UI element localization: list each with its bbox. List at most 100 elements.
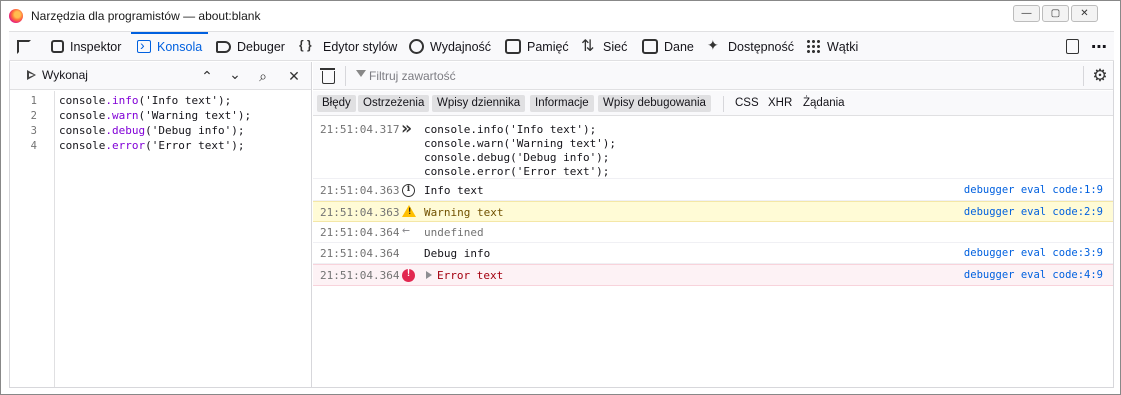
source-link[interactable]: debugger eval code:4:9 bbox=[964, 269, 1103, 281]
message-text: Warning text bbox=[424, 206, 504, 219]
code-line: console.warn('Warning text'); bbox=[59, 109, 252, 122]
close-icon: ✕ bbox=[1080, 8, 1089, 19]
console-input-echo: 21:51:04.317 console.info('Info text'); … bbox=[313, 117, 1114, 179]
console-log: 21:51:04.317 console.info('Info text'); … bbox=[313, 117, 1114, 388]
message-timestamp: 21:51:04.363 bbox=[320, 206, 400, 219]
close-editor-button[interactable]: ✕ bbox=[284, 66, 304, 86]
chevron-down-icon: ⌄ bbox=[229, 65, 241, 82]
echo-line: console.error('Error text'); bbox=[424, 165, 610, 178]
devtools-window: Narzędzia dla programistów — about:blank… bbox=[0, 0, 1121, 395]
tab-accessibility[interactable]: Dostępność bbox=[706, 32, 794, 61]
console-filter-bar: ⚙ bbox=[313, 62, 1114, 90]
multiline-editor-pane: Wykonaj ⌃ ⌄ ⌕ ✕ 1 2 3 4 console.info('In… bbox=[9, 62, 312, 388]
memory-icon bbox=[505, 39, 521, 54]
firefox-logo-icon bbox=[9, 9, 23, 23]
source-link[interactable]: debugger eval code:2:9 bbox=[964, 206, 1103, 218]
filter-requests-button[interactable]: Żądania bbox=[798, 95, 850, 112]
code-editor[interactable]: 1 2 3 4 console.info('Info text'); conso… bbox=[9, 91, 311, 388]
source-link[interactable]: debugger eval code:3:9 bbox=[964, 247, 1103, 259]
maximize-icon: ▢ bbox=[1050, 8, 1061, 19]
network-icon bbox=[581, 36, 597, 56]
message-text: Debug info bbox=[424, 247, 491, 260]
code-line: console.error('Error text'); bbox=[59, 139, 245, 152]
message-timestamp: 21:51:04.317 bbox=[320, 123, 400, 136]
message-timestamp: 21:51:04.363 bbox=[320, 184, 400, 197]
close-icon: ✕ bbox=[288, 67, 300, 84]
filter-warnings-button[interactable]: Ostrzeżenia bbox=[358, 95, 430, 112]
console-message-error: 21:51:04.364 Error text debugger eval co… bbox=[313, 264, 1114, 286]
filter-logs-button[interactable]: Wpisy dziennika bbox=[432, 95, 526, 112]
storage-icon bbox=[642, 39, 658, 54]
tab-performance-label: Wydajność bbox=[430, 39, 492, 54]
dock-icon bbox=[1066, 39, 1079, 54]
console-settings-button[interactable]: ⚙ bbox=[1091, 67, 1109, 85]
minimize-button[interactable]: — bbox=[1013, 5, 1040, 22]
console-message-warning: 21:51:04.363 Warning text debugger eval … bbox=[313, 201, 1114, 222]
message-timestamp: 21:51:04.364 bbox=[320, 269, 400, 282]
line-number-gutter: 1 2 3 4 bbox=[9, 91, 55, 388]
source-link[interactable]: debugger eval code:1:9 bbox=[964, 184, 1103, 196]
maximize-button[interactable]: ▢ bbox=[1042, 5, 1069, 22]
error-expander[interactable]: Error text bbox=[426, 269, 503, 282]
line-number: 2 bbox=[30, 110, 37, 122]
info-icon bbox=[402, 184, 415, 197]
history-next-button[interactable]: ⌄ bbox=[225, 64, 245, 84]
element-picker-button[interactable] bbox=[17, 32, 37, 61]
style-editor-icon bbox=[299, 38, 317, 55]
filter-errors-button[interactable]: Błędy bbox=[317, 95, 356, 112]
error-icon bbox=[402, 268, 415, 282]
dock-side-button[interactable] bbox=[1066, 32, 1085, 61]
tab-debugger-label: Debuger bbox=[237, 39, 285, 54]
tab-network[interactable]: Sieć bbox=[581, 32, 627, 61]
console-icon bbox=[137, 37, 151, 53]
input-chevron-icon bbox=[401, 118, 415, 139]
console-message-info: 21:51:04.363 Info text debugger eval cod… bbox=[313, 180, 1114, 201]
line-number: 4 bbox=[30, 140, 37, 152]
tab-debugger[interactable]: Debuger bbox=[216, 32, 285, 61]
tab-console[interactable]: Konsola bbox=[130, 32, 209, 61]
code-line: console.debug('Debug info'); bbox=[59, 124, 245, 137]
reverse-search-button[interactable]: ⌕ bbox=[253, 66, 273, 86]
message-timestamp: 21:51:04.364 bbox=[320, 226, 400, 239]
gear-icon: ⚙ bbox=[1092, 66, 1108, 85]
tab-inspector[interactable]: Inspektor bbox=[51, 32, 121, 61]
run-button[interactable]: Wykonaj bbox=[27, 68, 88, 82]
more-options-button[interactable]: ⋯ bbox=[1091, 32, 1107, 61]
console-result: 21:51:04.364 undefined bbox=[313, 222, 1114, 243]
console-message-debug: 21:51:04.364 Debug info debugger eval co… bbox=[313, 243, 1114, 264]
close-window-button[interactable]: ✕ bbox=[1071, 5, 1098, 22]
filter-xhr-button[interactable]: XHR bbox=[763, 95, 797, 112]
tab-style-editor[interactable]: Edytor stylów bbox=[299, 32, 397, 61]
more-options-icon: ⋯ bbox=[1091, 38, 1107, 56]
tab-threads-label: Wątki bbox=[827, 39, 859, 54]
line-number: 3 bbox=[30, 125, 37, 137]
tab-threads[interactable]: Wątki bbox=[806, 32, 858, 61]
history-prev-button[interactable]: ⌃ bbox=[197, 66, 217, 86]
tab-accessibility-label: Dostępność bbox=[728, 39, 795, 54]
filter-debug-button[interactable]: Wpisy debugowania bbox=[598, 95, 711, 112]
result-arrow-icon bbox=[402, 223, 415, 239]
chevron-up-icon: ⌃ bbox=[201, 67, 213, 84]
element-picker-icon bbox=[17, 39, 31, 54]
echo-line: console.warn('Warning text'); bbox=[424, 137, 617, 150]
tab-network-label: Sieć bbox=[603, 39, 628, 54]
tab-storage[interactable]: Dane bbox=[642, 32, 694, 61]
tab-storage-label: Dane bbox=[664, 39, 694, 54]
log-category-bar: Błędy Ostrzeżenia Wpisy dziennika Inform… bbox=[313, 91, 1114, 116]
tab-performance[interactable]: Wydajność bbox=[409, 32, 491, 61]
filter-css-button[interactable]: CSS bbox=[730, 95, 764, 112]
tab-memory-label: Pamięć bbox=[527, 39, 569, 54]
devtools-toolbar: Inspektor Konsola Debuger Edytor stylów … bbox=[9, 31, 1114, 61]
filter-input[interactable] bbox=[353, 66, 1073, 86]
tab-style-editor-label: Edytor stylów bbox=[323, 39, 398, 54]
tab-memory[interactable]: Pamięć bbox=[505, 32, 569, 61]
debugger-icon bbox=[216, 40, 231, 53]
clear-console-button[interactable] bbox=[320, 67, 335, 84]
inspector-icon bbox=[51, 40, 64, 53]
expand-triangle-icon bbox=[426, 271, 432, 279]
line-number: 1 bbox=[30, 95, 37, 107]
tab-console-label: Konsola bbox=[157, 39, 203, 54]
divider bbox=[723, 96, 724, 112]
accessibility-icon bbox=[706, 37, 722, 55]
filter-info-button[interactable]: Informacje bbox=[530, 95, 594, 112]
